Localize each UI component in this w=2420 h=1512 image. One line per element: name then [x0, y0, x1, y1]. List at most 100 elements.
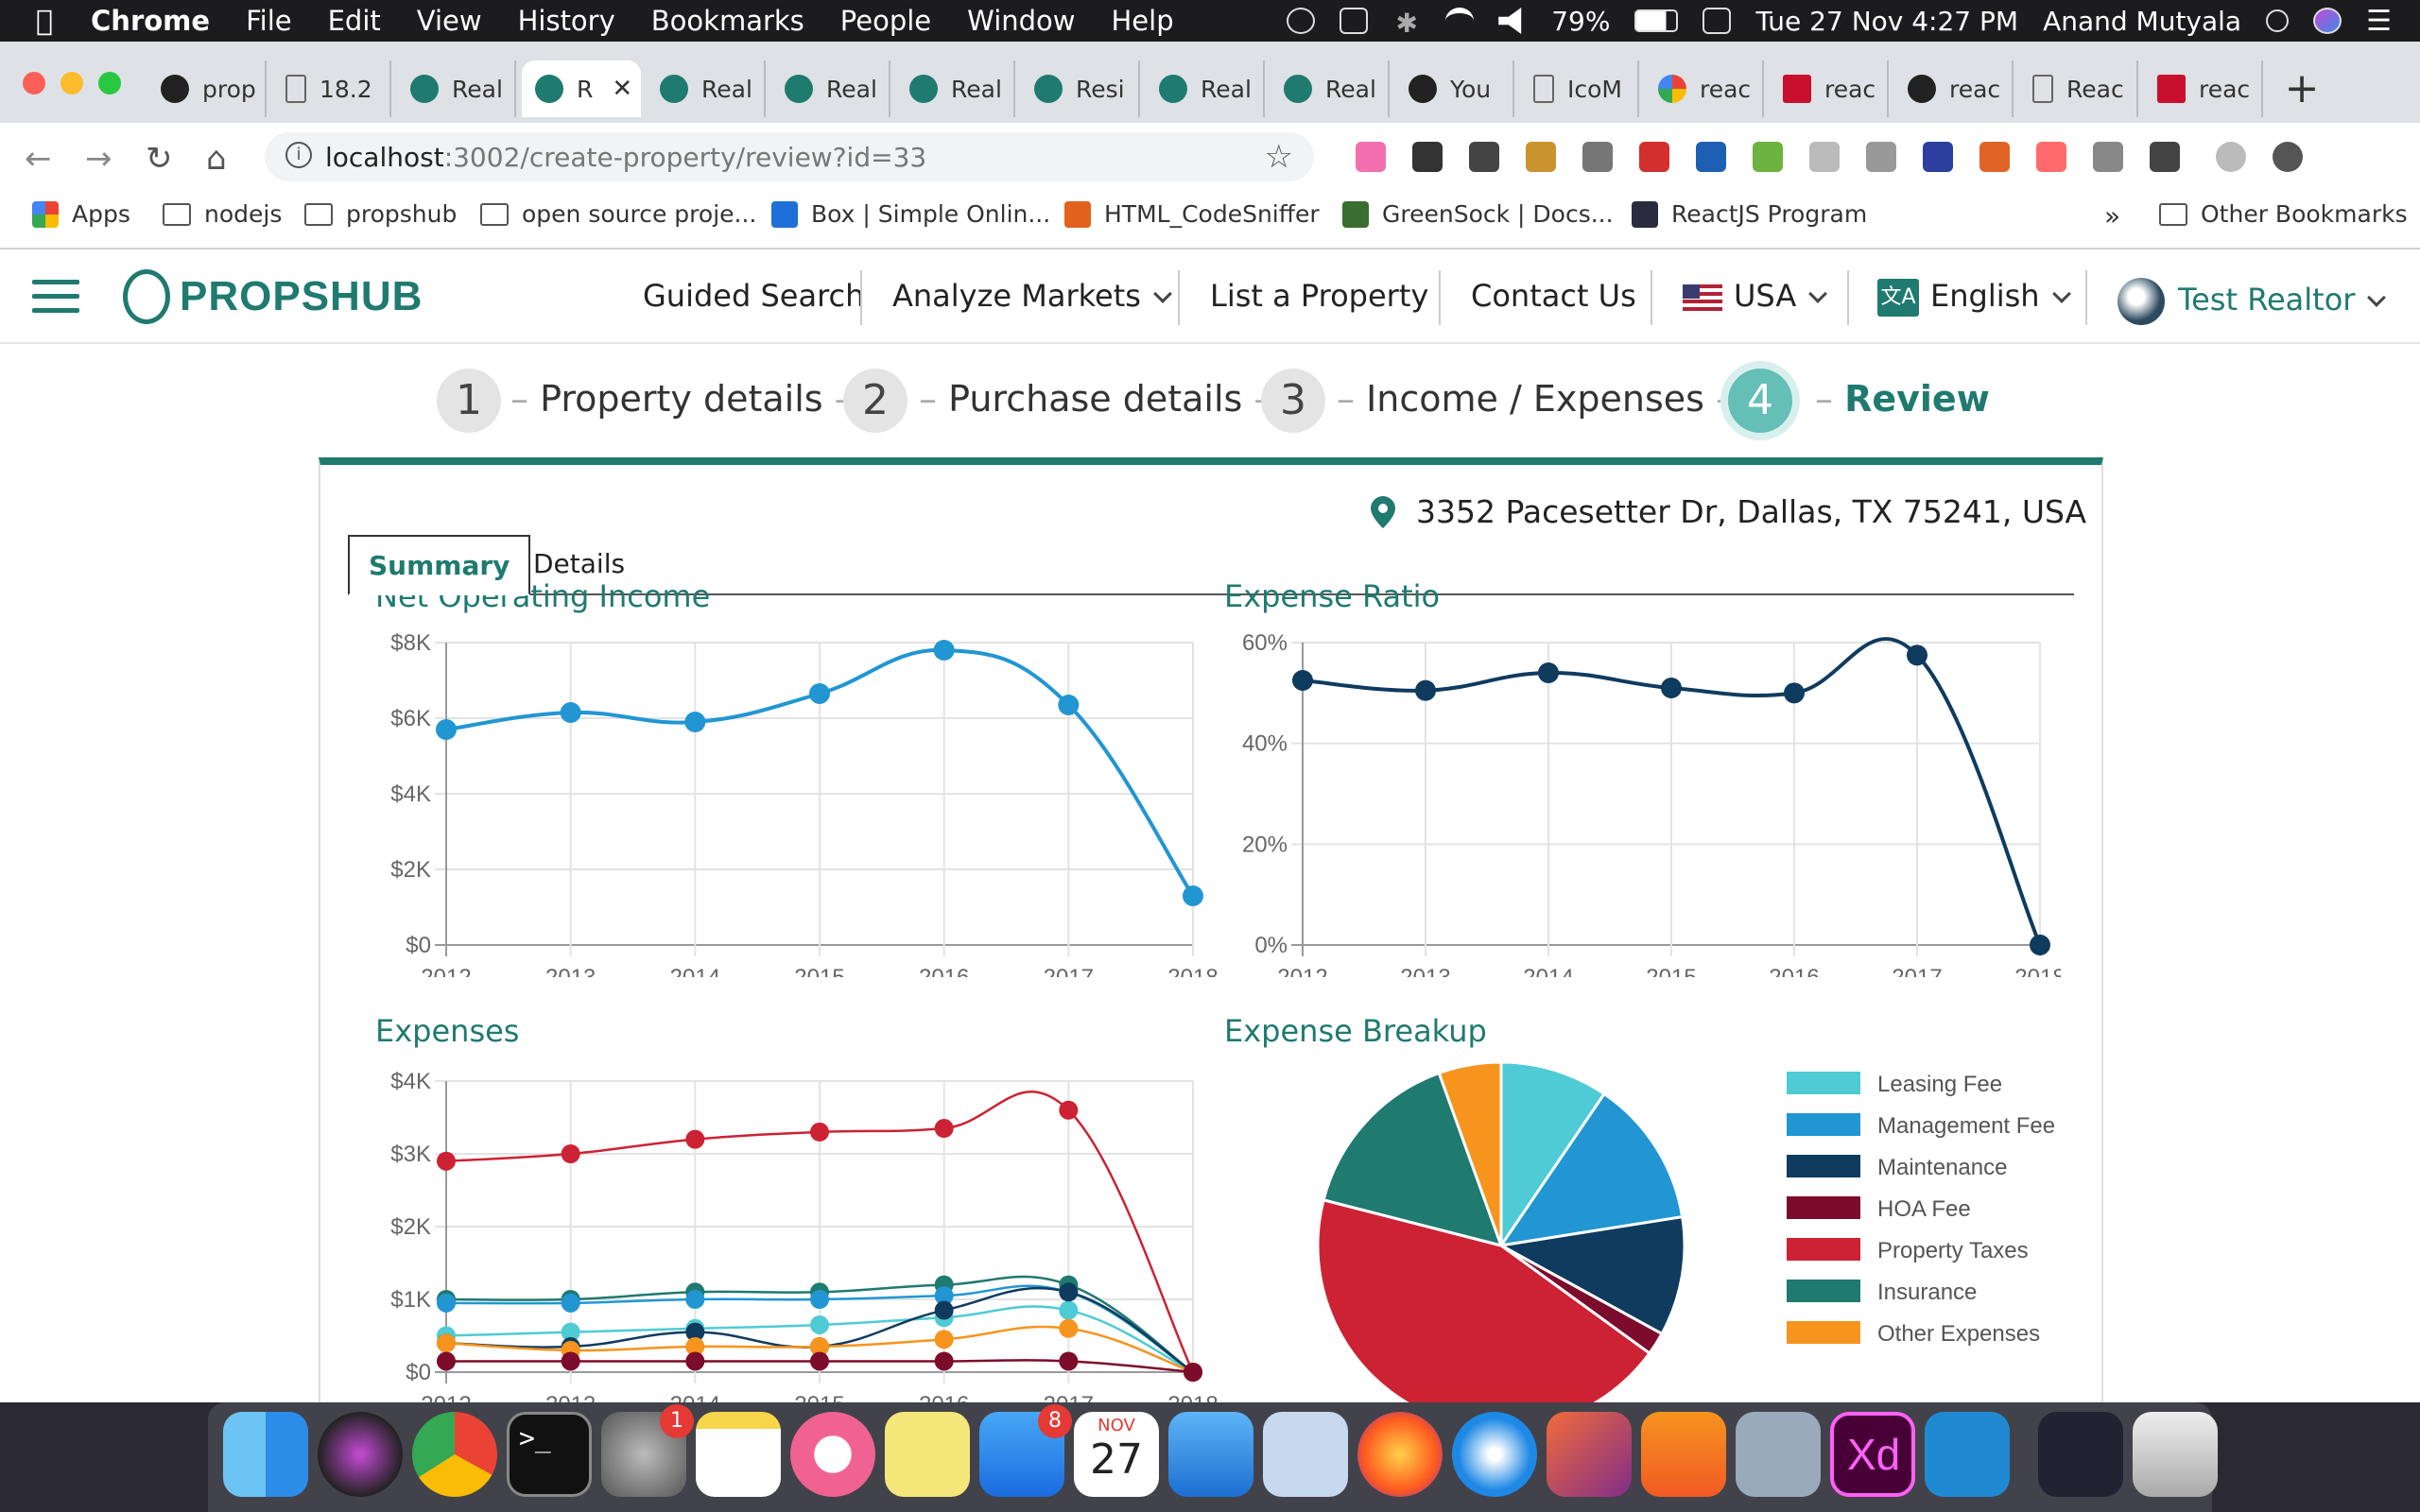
tab-summary[interactable]: Summary	[348, 535, 531, 595]
battery-icon[interactable]	[1634, 9, 1679, 32]
finder-icon[interactable]	[223, 1412, 308, 1497]
nav-contact-us[interactable]: Contact Us	[1471, 278, 1636, 314]
hamburger-menu-icon[interactable]	[32, 280, 79, 314]
motion-ext-icon[interactable]	[2036, 142, 2066, 172]
w-ext-icon[interactable]	[2150, 142, 2180, 172]
font-ext-icon[interactable]	[1412, 142, 1443, 172]
gradient-ext-icon[interactable]	[1356, 142, 1386, 172]
bookmark-item[interactable]: Box | Simple Onlin...	[771, 200, 1050, 228]
user-menu[interactable]: Test Realtor	[2118, 278, 2387, 325]
vscode-icon[interactable]	[1925, 1412, 2010, 1497]
step-2-label[interactable]: – Purchase details –	[919, 378, 1271, 420]
bookmark-star-icon[interactable]: ☆	[1265, 138, 1293, 176]
bookmark-item[interactable]: nodejs	[163, 200, 282, 228]
menubar-user[interactable]: Anand Mutyala	[2043, 6, 2241, 37]
bookmark-item[interactable]: propshub	[304, 200, 457, 228]
app-menu-chrome[interactable]: Chrome	[91, 5, 210, 37]
window-minimize-button[interactable]	[60, 72, 83, 94]
screen-thumbnail-icon[interactable]	[2038, 1412, 2123, 1497]
bluetooth-icon[interactable]: ✱	[1392, 8, 1421, 39]
spotlight-search-icon[interactable]	[2266, 9, 2290, 32]
alien-ext-icon[interactable]	[2216, 142, 2246, 172]
bookmarks-overflow-chevron[interactable]: »	[2104, 200, 2120, 232]
rocket-icon[interactable]	[1547, 1412, 1632, 1497]
wifi-icon[interactable]	[1445, 8, 1475, 34]
browser-tab[interactable]: You	[1395, 60, 1514, 117]
bookmark-item[interactable]: ReactJS Program	[1632, 200, 1867, 228]
step-4-label-current[interactable]: – Review	[1815, 378, 1990, 420]
calendar-menu-icon[interactable]	[1703, 8, 1732, 34]
step-1-circle[interactable]: 1	[437, 369, 501, 433]
menubar-datetime[interactable]: Tue 27 Nov 4:27 PM	[1755, 6, 2018, 37]
terminal-icon[interactable]: >_	[507, 1412, 592, 1497]
creative-cloud-icon[interactable]	[1287, 8, 1316, 34]
trash-icon[interactable]	[2133, 1412, 2218, 1497]
safari-icon[interactable]	[1452, 1412, 1537, 1497]
browser-tab[interactable]: Real	[771, 60, 890, 117]
xcode-icon[interactable]	[1168, 1412, 1253, 1497]
calendar-icon[interactable]: NOV 27	[1074, 1412, 1159, 1497]
browser-tab[interactable]: reac	[1645, 60, 1764, 117]
address-bar[interactable]: i localhost:3002/create-property/review?…	[265, 132, 1314, 181]
image-capture-icon[interactable]	[1736, 1412, 1821, 1497]
menu-window[interactable]: Window	[967, 5, 1075, 37]
firefox-icon[interactable]	[1357, 1412, 1443, 1497]
adobe-xd-icon[interactable]: Xd	[1830, 1412, 1915, 1497]
preview-icon[interactable]	[1263, 1412, 1348, 1497]
browser-tab[interactable]: prop	[147, 60, 267, 117]
country-selector[interactable]: USA	[1683, 278, 1828, 314]
stickies-icon[interactable]	[885, 1412, 970, 1497]
step-4-circle-current[interactable]: 4	[1728, 369, 1792, 433]
menu-edit[interactable]: Edit	[328, 5, 381, 37]
nodejs-ext-icon[interactable]	[1753, 142, 1783, 172]
browser-tab[interactable]: reac	[1770, 60, 1889, 117]
window-close-button[interactable]	[23, 72, 45, 94]
browser-tab[interactable]: IcoM	[1520, 60, 1639, 117]
browser-tab[interactable]: Real	[1146, 60, 1265, 117]
menu-view[interactable]: View	[417, 5, 482, 37]
step-3-circle[interactable]: 3	[1261, 369, 1325, 433]
menu-help[interactable]: Help	[1112, 5, 1174, 37]
browser-tab[interactable]: Real	[647, 60, 766, 117]
browser-tab[interactable]: reac	[2144, 60, 2263, 117]
apple-menu-icon[interactable]: 	[36, 5, 53, 38]
nav-analyze-markets[interactable]: Analyze Markets	[892, 278, 1172, 314]
bookmark-item[interactable]: HTML_CodeSniffer	[1064, 200, 1320, 228]
browser-tab[interactable]: Real	[1270, 60, 1390, 117]
layout-ext-icon[interactable]	[1582, 142, 1613, 172]
itunes-icon[interactable]	[790, 1412, 875, 1497]
vlc-icon[interactable]	[1641, 1412, 1726, 1497]
browser-tab[interactable]: Reac	[2019, 60, 2138, 117]
dropbox-icon[interactable]	[1340, 8, 1369, 34]
step-3-label[interactable]: – Income / Expenses –	[1337, 378, 1734, 420]
language-selector[interactable]: 文A English	[1877, 278, 2071, 317]
settings-ext-icon[interactable]	[1866, 142, 1896, 172]
siri-icon[interactable]	[2313, 8, 2342, 34]
palette-ext-icon[interactable]	[1469, 142, 1499, 172]
chrome-icon[interactable]	[412, 1412, 497, 1497]
forward-icon[interactable]: →	[85, 140, 112, 178]
back-icon[interactable]: ←	[25, 140, 52, 178]
bookmark-item[interactable]: open source proje...	[480, 200, 756, 228]
menu-file[interactable]: File	[246, 5, 292, 37]
volume-icon[interactable]	[1498, 8, 1522, 34]
nav-list-a-property[interactable]: List a Property	[1210, 278, 1428, 314]
bookmark-item[interactable]: GreenSock | Docs...	[1342, 200, 1614, 228]
propshub-logo[interactable]: PROPSHUB	[123, 268, 423, 325]
home-icon[interactable]: ⌂	[206, 140, 227, 178]
notification-center-icon[interactable]: ☰	[2366, 5, 2392, 38]
notes-icon[interactable]	[696, 1412, 781, 1497]
system-preferences-icon[interactable]: 1	[601, 1404, 694, 1497]
menu-bookmarks[interactable]: Bookmarks	[651, 5, 804, 37]
profile-ext-icon[interactable]	[2273, 142, 2303, 172]
menu-people[interactable]: People	[840, 5, 931, 37]
spinner-ext-icon[interactable]	[1809, 142, 1840, 172]
browser-tab[interactable]: reac	[1894, 60, 2014, 117]
browser-tab[interactable]: R ✕	[522, 60, 641, 117]
browser-tab[interactable]: 18.2	[272, 60, 391, 117]
app-store-icon[interactable]: 8	[979, 1404, 1072, 1497]
reader-ext-icon[interactable]	[1979, 142, 2010, 172]
siri-icon[interactable]	[318, 1412, 403, 1497]
nav-guided-search[interactable]: Guided Search	[643, 278, 864, 314]
ruler-ext-icon[interactable]	[1526, 142, 1556, 172]
